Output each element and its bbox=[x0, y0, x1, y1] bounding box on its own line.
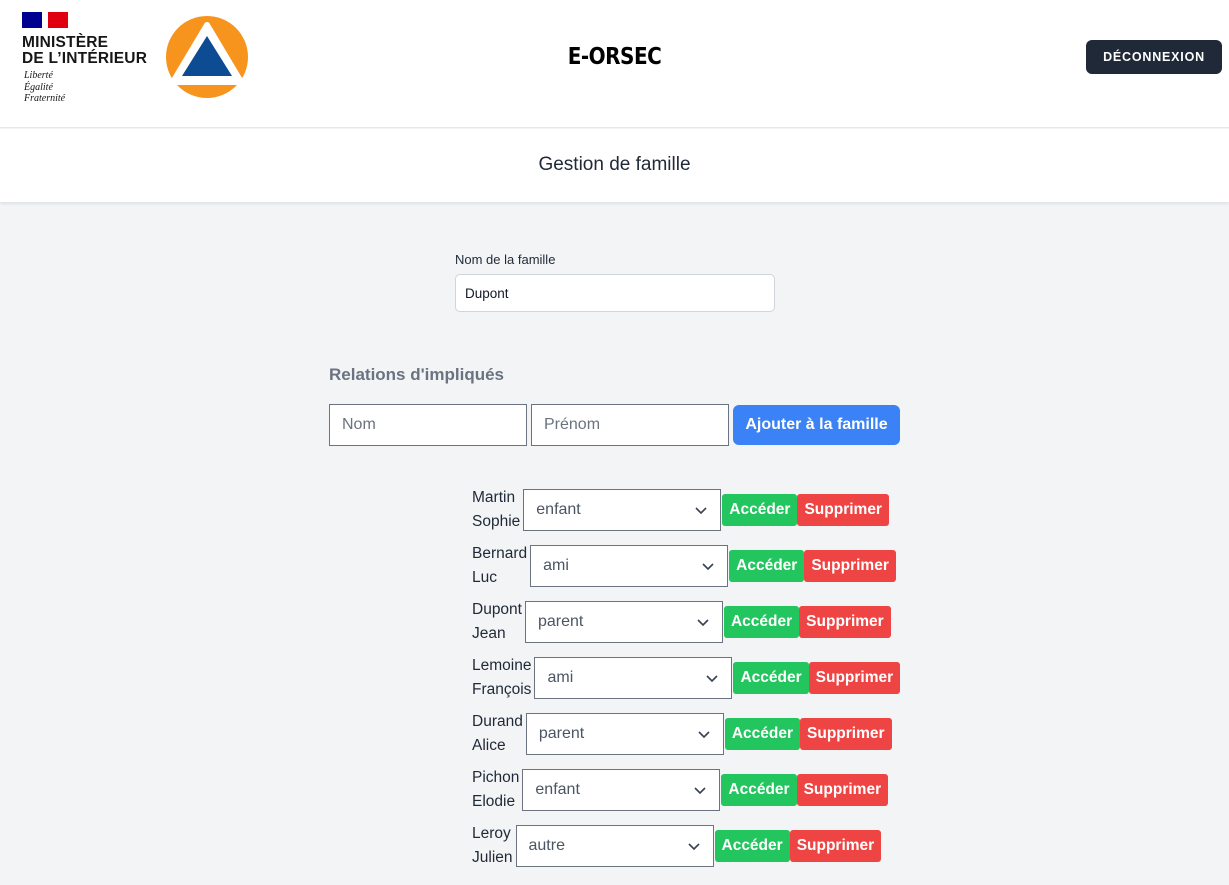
chevron-down-icon bbox=[706, 675, 719, 683]
relation-nom: Martin bbox=[472, 489, 516, 506]
access-button[interactable]: Accéder bbox=[723, 606, 800, 638]
relation-type-select[interactable]: autre bbox=[515, 825, 714, 867]
relation-prenom: Julien bbox=[472, 849, 513, 866]
motto-egalite: Égalité bbox=[24, 81, 53, 93]
relation-nom: Bernard bbox=[472, 545, 528, 562]
relation-prenom: Elodie bbox=[472, 793, 516, 810]
relation-prenom: François bbox=[472, 681, 532, 698]
delete-button[interactable]: Supprimer bbox=[804, 550, 896, 582]
relation-type-value: autre bbox=[528, 837, 565, 854]
relation-type-value: enfant bbox=[536, 501, 581, 518]
family-name-label: Nom de la famille bbox=[455, 252, 556, 267]
relations-title: Relations d'impliqués bbox=[329, 365, 505, 384]
access-button[interactable]: Accéder bbox=[721, 774, 797, 806]
access-button[interactable]: Accéder bbox=[733, 662, 809, 694]
page-header: Gestion de famille bbox=[0, 129, 1229, 202]
relation-type-value: parent bbox=[537, 613, 584, 630]
access-button[interactable]: Accéder bbox=[722, 494, 798, 526]
relation-nom: Lemoine bbox=[472, 657, 532, 674]
relation-person-name: Lemoine François bbox=[472, 654, 531, 702]
relation-row: Pichon Elodie enfant Accéder Supprimer bbox=[472, 762, 889, 818]
relation-type-select[interactable]: parent bbox=[525, 713, 724, 755]
motto-liberte: Liberté bbox=[24, 70, 53, 81]
delete-button[interactable]: Supprimer bbox=[796, 774, 889, 806]
family-name-input[interactable] bbox=[455, 274, 775, 312]
relation-type-value: parent bbox=[538, 725, 585, 742]
access-button[interactable]: Accéder bbox=[724, 718, 801, 750]
chevron-down-icon bbox=[687, 843, 700, 851]
delete-button[interactable]: Supprimer bbox=[800, 718, 892, 750]
chevron-down-icon bbox=[695, 507, 707, 515]
relation-nom: Dupont bbox=[472, 601, 522, 618]
relation-prenom: Jean bbox=[472, 625, 506, 642]
relation-type-select[interactable]: ami bbox=[534, 657, 733, 699]
nom-input[interactable] bbox=[329, 404, 527, 446]
relation-type-value: enfant bbox=[535, 781, 580, 798]
relation-person-name: Martin Sophie bbox=[472, 486, 520, 534]
chevron-down-icon bbox=[697, 619, 709, 627]
delete-button[interactable]: Supprimer bbox=[789, 830, 882, 862]
app-title: E-ORSEC bbox=[567, 42, 662, 70]
relation-row: Leroy Julien autre Accéder Supprimer bbox=[472, 818, 882, 874]
relation-person-name: Dupont Jean bbox=[472, 598, 522, 646]
relation-nom: Leroy bbox=[472, 825, 511, 842]
chevron-down-icon bbox=[694, 787, 706, 795]
relation-prenom: Sophie bbox=[472, 513, 521, 530]
relation-prenom: Alice bbox=[472, 737, 506, 754]
relation-nom: Pichon bbox=[472, 769, 520, 786]
delete-button[interactable]: Supprimer bbox=[799, 606, 891, 638]
relation-row: Martin Sophie enfant Accéder Supprimer bbox=[472, 482, 889, 538]
relation-row: Dupont Jean parent Accéder Supprimer bbox=[472, 594, 891, 650]
relation-person-name: Durand Alice bbox=[472, 710, 523, 758]
app-header: MINISTÈRE DE L’INTÉRIEUR Liberté Égalité… bbox=[0, 0, 1229, 128]
relation-type-value: ami bbox=[543, 557, 569, 574]
delete-button[interactable]: Supprimer bbox=[797, 494, 889, 526]
relation-nom: Durand bbox=[472, 713, 523, 730]
chevron-down-icon bbox=[698, 731, 710, 739]
relation-person-name: Pichon Elodie bbox=[472, 766, 519, 814]
relation-row: Durand Alice parent Accéder Supprimer bbox=[472, 706, 892, 762]
delete-button[interactable]: Supprimer bbox=[808, 662, 901, 694]
relation-row: Bernard Luc ami Accéder Supprimer bbox=[472, 538, 896, 594]
relation-type-select[interactable]: parent bbox=[524, 601, 723, 643]
logout-button[interactable]: DÉCONNEXION bbox=[1086, 40, 1222, 74]
motto-fraternite: Fraternité bbox=[24, 93, 66, 104]
relation-type-select[interactable]: enfant bbox=[522, 769, 721, 811]
relation-type-value: ami bbox=[547, 669, 574, 686]
access-button[interactable]: Accéder bbox=[729, 550, 805, 582]
page-title: Gestion de famille bbox=[538, 154, 691, 175]
add-to-family-button[interactable]: Ajouter à la famille bbox=[733, 405, 900, 445]
prenom-input[interactable] bbox=[531, 404, 729, 446]
chevron-down-icon bbox=[702, 563, 714, 571]
relation-row: Lemoine François ami Accéder Supprimer bbox=[472, 650, 901, 706]
relation-person-name: Leroy Julien bbox=[472, 822, 513, 870]
access-button[interactable]: Accéder bbox=[714, 830, 790, 862]
relation-prenom: Luc bbox=[472, 569, 497, 586]
republic-flag-logo bbox=[22, 12, 68, 28]
relation-person-name: Bernard Luc bbox=[472, 542, 527, 590]
republic-motto: Liberté Égalité Fraternité bbox=[24, 70, 65, 105]
relation-type-select[interactable]: ami bbox=[530, 545, 729, 587]
relation-type-select[interactable]: enfant bbox=[523, 489, 722, 531]
